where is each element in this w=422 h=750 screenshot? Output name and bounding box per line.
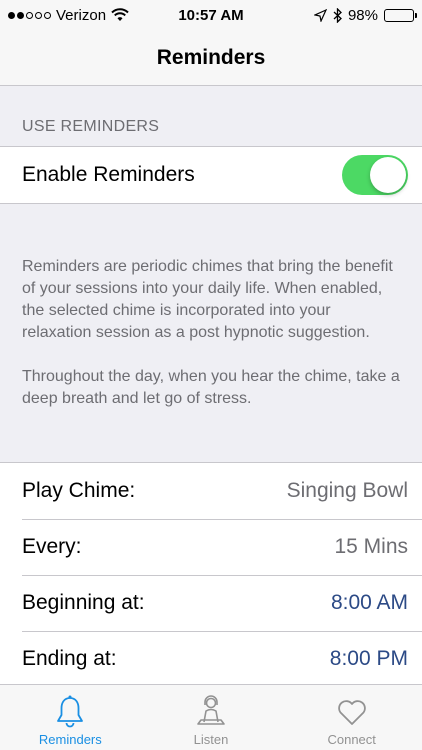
beginning-at-label: Beginning at:: [22, 591, 145, 614]
heart-icon: [337, 700, 366, 725]
status-indicators: 98%: [274, 6, 417, 24]
chime-settings-group: Play Chime: Singing Bowl Every: 15 Mins …: [0, 462, 422, 687]
tab-connect-label: Connect: [327, 732, 376, 747]
bell-icon: [57, 695, 84, 728]
tab-listen-label: Listen: [193, 732, 229, 747]
wifi-icon: [111, 8, 129, 21]
reminders-description: Reminders are periodic chimes that bring…: [22, 256, 402, 410]
enable-reminders-row: Enable Reminders: [0, 147, 422, 203]
page-title: Reminders: [156, 45, 266, 69]
carrier-name: Verizon: [56, 6, 107, 24]
section-header-use-reminders: USE REMINDERS: [22, 118, 160, 135]
play-chime-label: Play Chime:: [22, 479, 136, 502]
description-paragraph-2: Throughout the day, when you hear the ch…: [22, 368, 400, 407]
play-chime-value: Singing Bowl: [286, 479, 408, 502]
toggle-knob: [370, 157, 406, 193]
carrier-signal: Verizon: [8, 7, 148, 24]
enable-reminders-toggle[interactable]: [342, 155, 408, 195]
location-arrow-icon: [313, 8, 327, 22]
play-chime-row[interactable]: Play Chime: Singing Bowl: [0, 463, 422, 519]
bluetooth-icon: [333, 7, 342, 23]
tab-reminders-label: Reminders: [38, 732, 102, 747]
status-time: 10:57 AM: [178, 6, 244, 24]
beginning-at-value: 8:00 AM: [330, 591, 408, 614]
tab-listen[interactable]: Listen: [141, 685, 282, 750]
ending-at-value: 8:00 PM: [329, 647, 408, 670]
every-row[interactable]: Every: 15 Mins: [0, 519, 422, 575]
status-bar: Verizon 10:57 AM 98%: [0, 0, 422, 30]
description-paragraph-1: Reminders are periodic chimes that bring…: [22, 258, 393, 341]
tab-bar: Reminders Listen Connect: [0, 684, 422, 750]
tab-reminders[interactable]: Reminders: [0, 685, 141, 750]
every-value: 15 Mins: [334, 535, 408, 558]
navigation-bar: Reminders: [0, 30, 422, 86]
signal-strength-icon: [8, 11, 51, 19]
tab-connect[interactable]: Connect: [281, 685, 422, 750]
enable-reminders-label: Enable Reminders: [22, 163, 195, 186]
ending-at-label: Ending at:: [22, 647, 117, 670]
meditation-person-icon: [197, 695, 225, 725]
ending-at-row[interactable]: Ending at: 8:00 PM: [0, 631, 422, 687]
use-reminders-group: Enable Reminders: [0, 146, 422, 204]
battery-percent: 98%: [347, 6, 378, 24]
battery-icon: [384, 8, 417, 22]
beginning-at-row[interactable]: Beginning at: 8:00 AM: [0, 575, 422, 631]
every-label: Every:: [22, 535, 82, 558]
